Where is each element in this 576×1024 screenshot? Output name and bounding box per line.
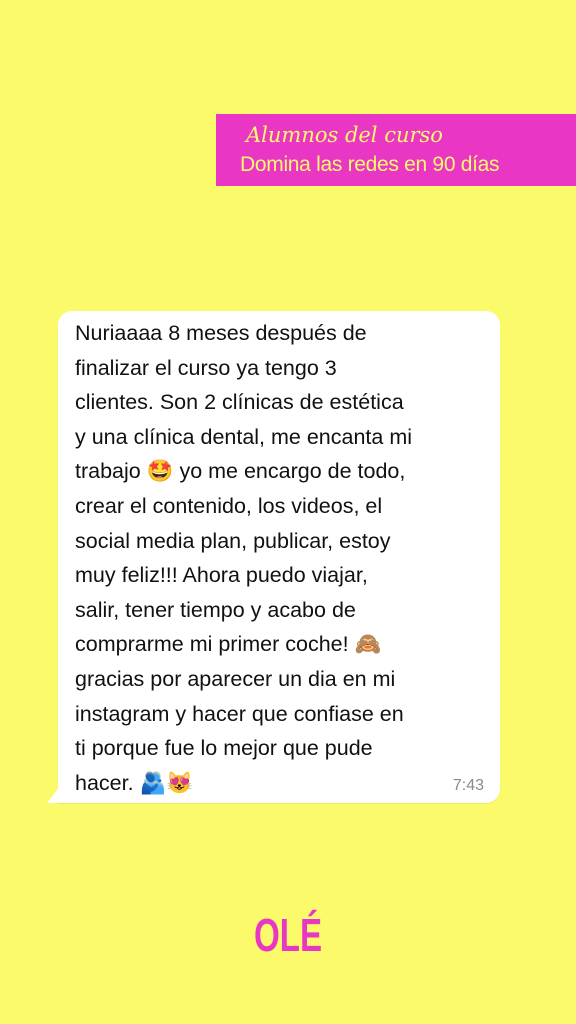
banner-kicker: Alumnos del curso (246, 123, 443, 147)
course-banner: Alumnos del curso Domina las redes en 90… (216, 114, 576, 186)
message-text: Nuriaaaa 8 meses después de finalizar el… (75, 321, 413, 795)
brand-logo: OLÉ (253, 909, 323, 961)
banner-course-name: Domina las redes en 90 días (240, 153, 500, 176)
chat-message-bubble: Nuriaaaa 8 meses después de finalizar el… (58, 311, 500, 803)
message-timestamp: 7:43 (452, 777, 484, 794)
